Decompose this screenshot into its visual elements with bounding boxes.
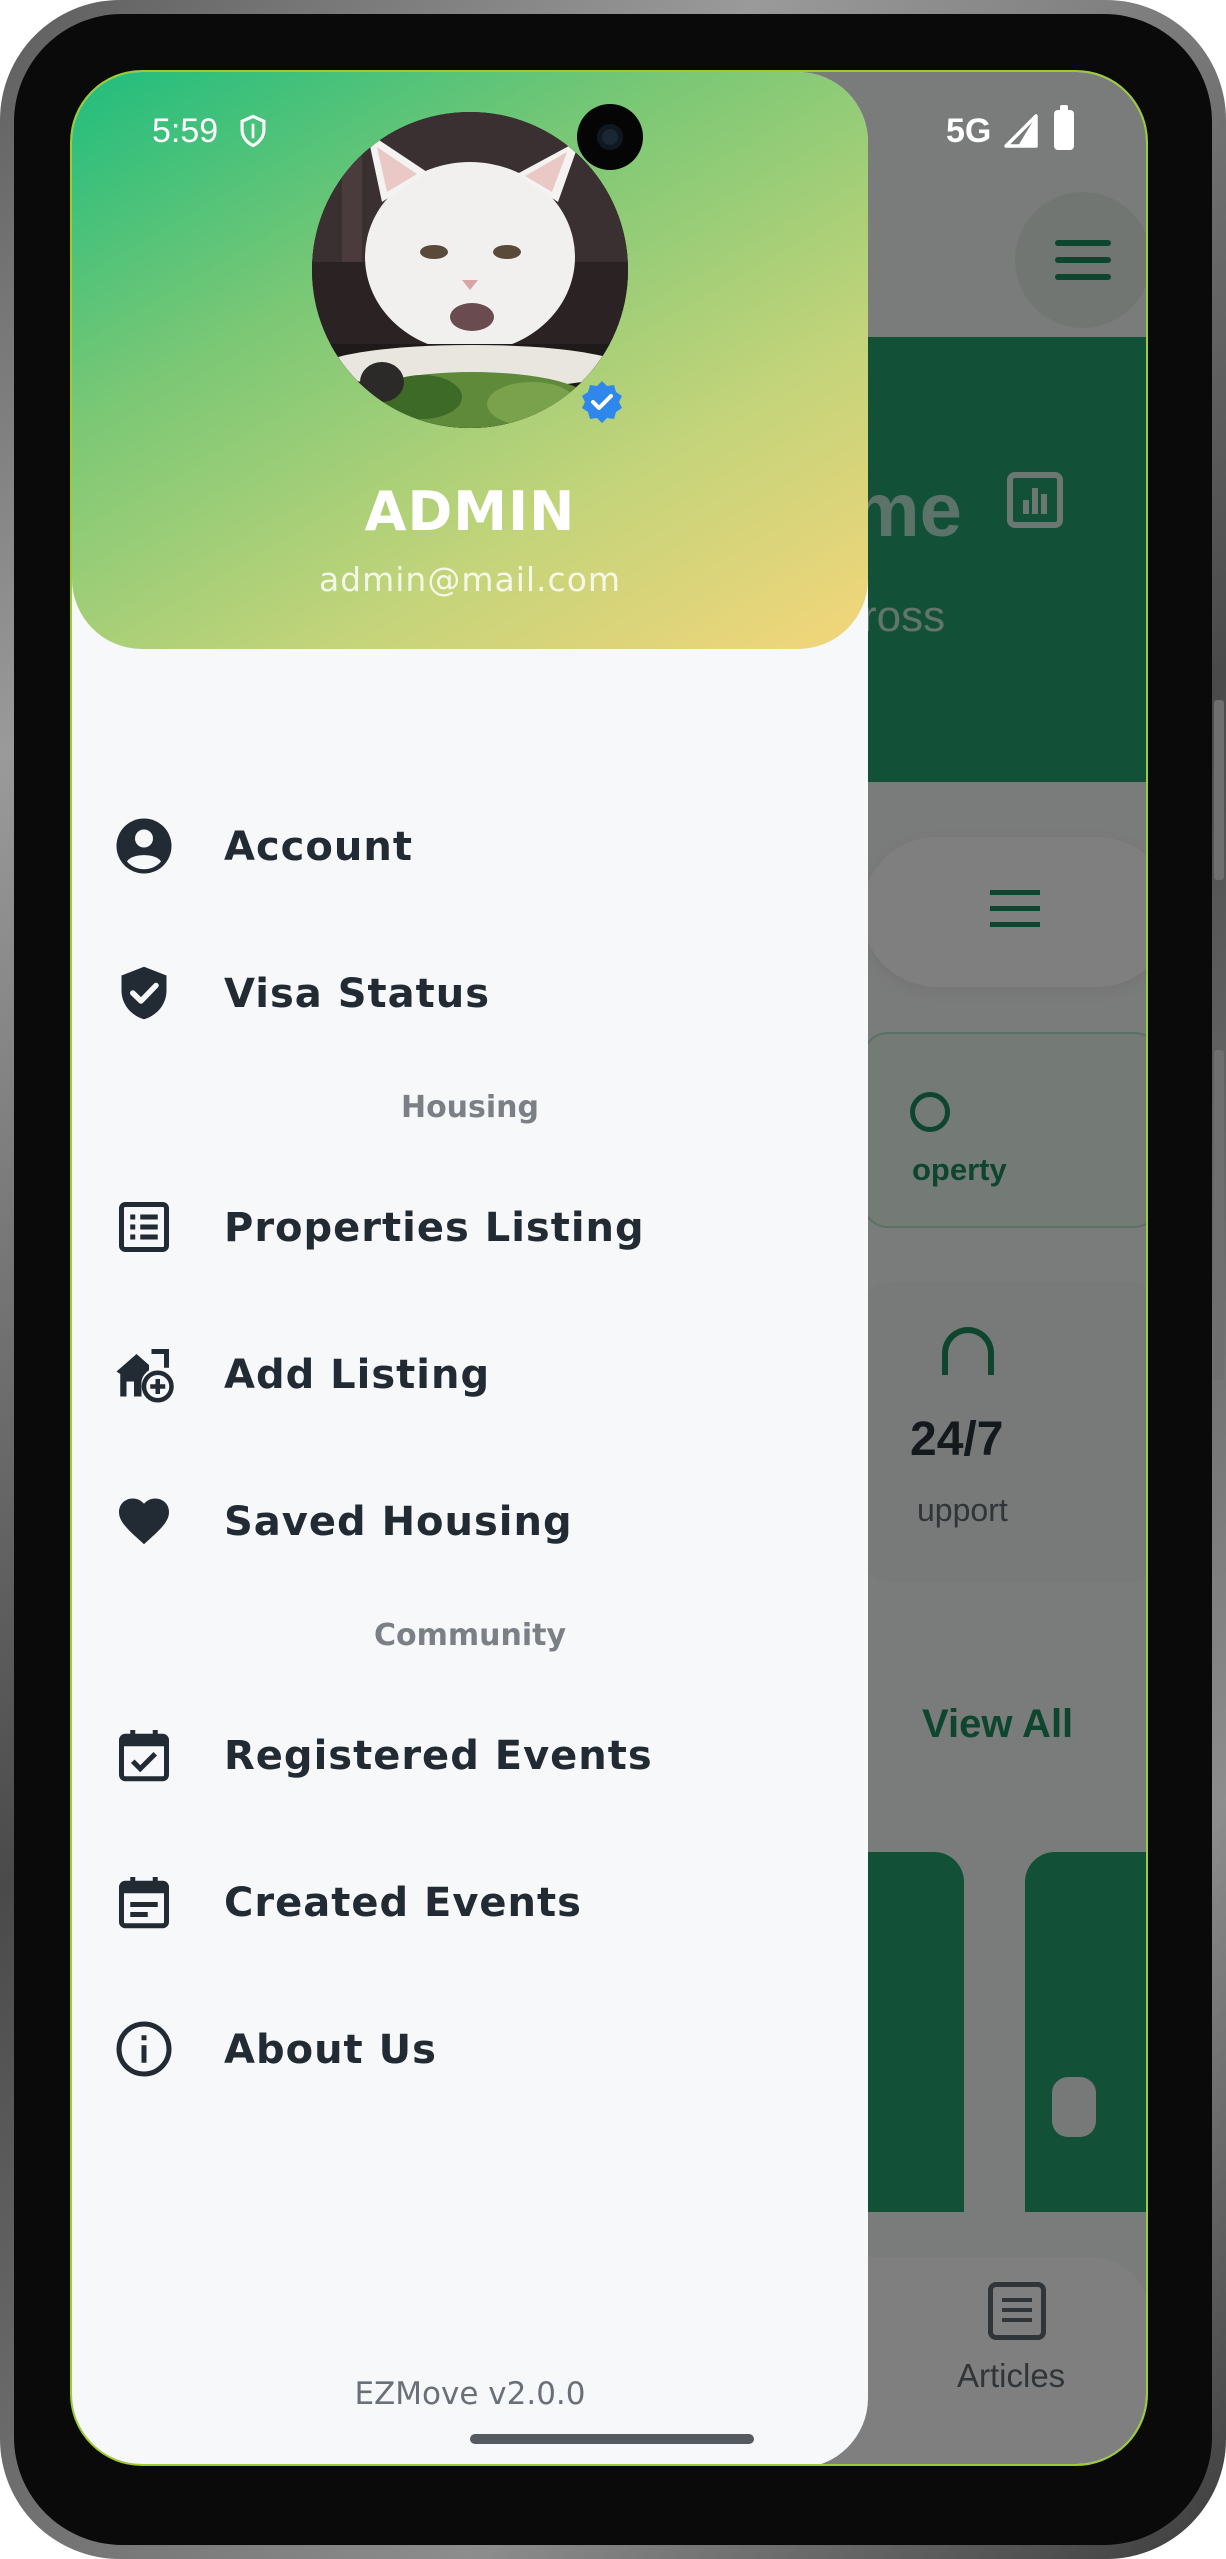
app-version: EZMove v2.0.0	[354, 2376, 586, 2412]
menu-label-registered-events: Registered Events	[224, 1733, 653, 1779]
section-title-community: Community	[373, 1618, 567, 1653]
front-camera	[577, 104, 643, 170]
menu-label-add-listing: Add Listing	[224, 1352, 491, 1398]
menu-label-saved-housing: Saved Housing	[224, 1499, 573, 1545]
menu-label-account: Account	[224, 824, 413, 870]
menu-label-properties-listing: Properties Listing	[224, 1205, 645, 1251]
menu-item-about-us[interactable]: About Us	[72, 1989, 868, 2109]
network-type: 5G	[946, 112, 992, 150]
navigation-drawer: ADMIN admin@mail.com Account Visa Status	[72, 72, 868, 2464]
phone-frame: me ross operty 24/7 upport View All	[0, 0, 1226, 2559]
shield-icon	[240, 114, 266, 148]
menu-item-properties-listing[interactable]: Properties Listing	[72, 1167, 868, 1287]
status-time: 5:59	[152, 112, 219, 150]
volume-button	[1214, 1050, 1224, 1380]
menu-label-visa-status: Visa Status	[224, 971, 491, 1017]
heart-icon	[119, 1498, 169, 1545]
power-button	[1214, 700, 1224, 880]
menu-label-about-us: About Us	[224, 2027, 437, 2073]
home-indicator[interactable]	[470, 2434, 754, 2444]
menu-item-registered-events[interactable]: Registered Events	[72, 1695, 868, 1815]
signal-icon	[1004, 114, 1038, 148]
add-home-icon	[116, 1349, 174, 1403]
menu-item-created-events[interactable]: Created Events	[72, 1842, 868, 1962]
profile-header: ADMIN admin@mail.com	[72, 72, 868, 649]
menu-item-saved-housing[interactable]: Saved Housing	[72, 1461, 868, 1581]
battery-icon	[1054, 105, 1074, 150]
menu-item-visa-status[interactable]: Visa Status	[72, 933, 868, 1053]
list-icon	[119, 1202, 169, 1252]
menu-item-account[interactable]: Account	[72, 786, 868, 906]
menu-item-add-listing[interactable]: Add Listing	[72, 1314, 868, 1434]
event-available-icon	[119, 1730, 169, 1782]
section-title-housing: Housing	[400, 1090, 540, 1125]
verified-badge-icon	[582, 381, 622, 423]
info-icon	[116, 2021, 172, 2077]
profile-email: admin@mail.com	[318, 560, 622, 599]
screen: me ross operty 24/7 upport View All	[70, 70, 1148, 2466]
shield-check-icon	[121, 966, 167, 1020]
menu-label-created-events: Created Events	[224, 1880, 582, 1926]
event-note-icon	[119, 1877, 169, 1929]
account-circle-icon	[116, 818, 172, 874]
profile-name: ADMIN	[364, 480, 576, 543]
